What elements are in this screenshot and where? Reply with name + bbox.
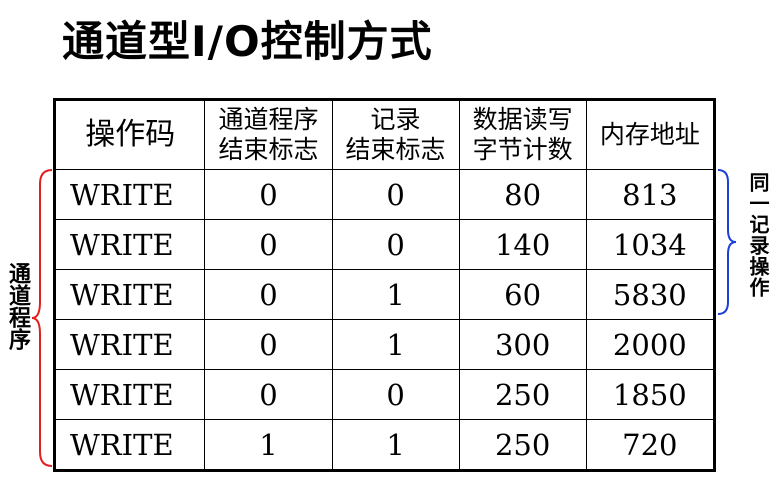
table-header-row: 操作码 通道程序 结束标志 记录 结束标志 数据读写 字节计数 内存地址 <box>53 99 716 170</box>
cell-record-end-flag: 1 <box>331 269 460 320</box>
cell-opcode: WRITE <box>53 319 206 370</box>
cell-record-end-flag: 0 <box>331 369 460 420</box>
left-annotation: 通道程序 <box>5 262 30 350</box>
right-brace <box>717 169 737 315</box>
cell-byte-count: 140 <box>458 219 587 270</box>
cell-memory-address: 720 <box>585 419 716 471</box>
cell-opcode: WRITE <box>53 369 206 420</box>
table-row: WRITE 0 0 140 1034 <box>53 219 716 270</box>
table-row: WRITE 0 1 300 2000 <box>53 319 716 370</box>
cell-program-end-flag: 0 <box>204 269 333 320</box>
header-memory-address: 内存地址 <box>585 99 716 170</box>
table-row: WRITE 0 0 250 1850 <box>53 369 716 420</box>
table-row: WRITE 0 1 60 5830 <box>53 269 716 320</box>
channel-program-table: 操作码 通道程序 结束标志 记录 结束标志 数据读写 字节计数 内存地址 WRITE … <box>53 98 716 472</box>
cell-opcode: WRITE <box>53 419 206 471</box>
header-record-end-flag: 记录 结束标志 <box>331 99 460 170</box>
right-annotation: 同一记录操作 <box>746 172 770 298</box>
cell-byte-count: 60 <box>458 269 587 320</box>
cell-memory-address: 5830 <box>585 269 716 320</box>
header-program-end-flag: 通道程序 结束标志 <box>204 99 333 170</box>
cell-opcode: WRITE <box>53 219 206 270</box>
table-row: WRITE 1 1 250 720 <box>53 419 716 471</box>
table-row: WRITE 0 0 80 813 <box>53 169 716 220</box>
header-opcode: 操作码 <box>53 99 206 170</box>
cell-record-end-flag: 0 <box>331 169 460 220</box>
cell-byte-count: 250 <box>458 419 587 471</box>
header-byte-count: 数据读写 字节计数 <box>458 99 587 170</box>
cell-program-end-flag: 0 <box>204 169 333 220</box>
cell-record-end-flag: 1 <box>331 419 460 471</box>
cell-program-end-flag: 0 <box>204 369 333 420</box>
left-brace <box>31 169 53 467</box>
cell-record-end-flag: 0 <box>331 219 460 270</box>
cell-program-end-flag: 0 <box>204 219 333 270</box>
cell-memory-address: 1034 <box>585 219 716 270</box>
cell-opcode: WRITE <box>53 169 206 220</box>
cell-program-end-flag: 1 <box>204 419 333 471</box>
cell-byte-count: 300 <box>458 319 587 370</box>
cell-opcode: WRITE <box>53 269 206 320</box>
cell-memory-address: 2000 <box>585 319 716 370</box>
cell-byte-count: 250 <box>458 369 587 420</box>
cell-record-end-flag: 1 <box>331 319 460 370</box>
page-title: 通道型I/O控制方式 <box>62 17 433 66</box>
cell-memory-address: 1850 <box>585 369 716 420</box>
cell-memory-address: 813 <box>585 169 716 220</box>
cell-program-end-flag: 0 <box>204 319 333 370</box>
cell-byte-count: 80 <box>458 169 587 220</box>
